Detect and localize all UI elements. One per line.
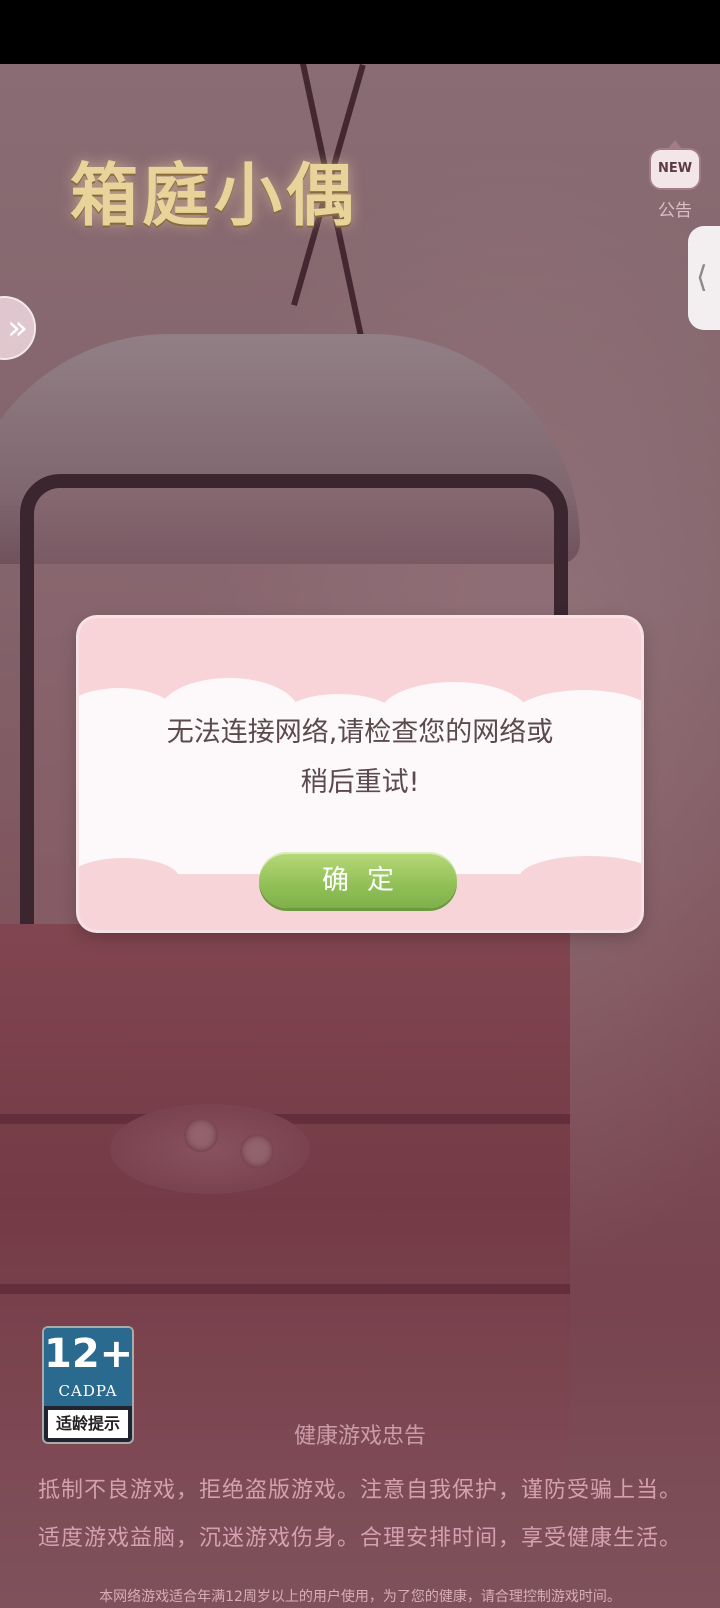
notice-button[interactable]: NEW 公告	[648, 140, 702, 221]
dialog-message: 无法连接网络,请检查您的网络或 稍后重试!	[119, 708, 601, 808]
side-panel-toggle[interactable]: ⟨	[688, 226, 720, 330]
health-advice-line: 适度游戏益脑，沉迷游戏伤身。合理安排时间，享受健康生活。	[37, 1526, 682, 1551]
dialog-message-line: 稍后重试!	[300, 767, 420, 798]
chevron-left-icon: ⟨	[696, 260, 708, 295]
dialog-header-decoration	[79, 618, 641, 750]
health-advice-title: 健康游戏忠告	[293, 1424, 426, 1449]
dialog-message-line: 无法连接网络,请检查您的网络或	[166, 717, 554, 748]
double-chevron-right-icon: »	[7, 308, 28, 348]
network-error-dialog: 无法连接网络,请检查您的网络或 稍后重试! 确定	[79, 618, 641, 930]
notice-label: 公告	[658, 201, 692, 221]
health-advice-line: 抵制不良游戏，拒绝盗版游戏。注意自我保护，谨防受骗上当。	[37, 1478, 682, 1503]
health-advice-note: 本网络游戏适合年满12周岁以上的用户使用，为了您的健康，请合理控制游戏时间。	[99, 1589, 621, 1605]
confirm-button[interactable]: 确定	[259, 852, 457, 908]
status-bar	[0, 0, 720, 64]
age-rating-org: CADPA	[44, 1380, 132, 1406]
new-badge-icon: NEW	[649, 140, 701, 190]
game-logo: 箱庭小偶	[70, 156, 359, 236]
age-rating-number: 12+	[44, 1328, 132, 1380]
